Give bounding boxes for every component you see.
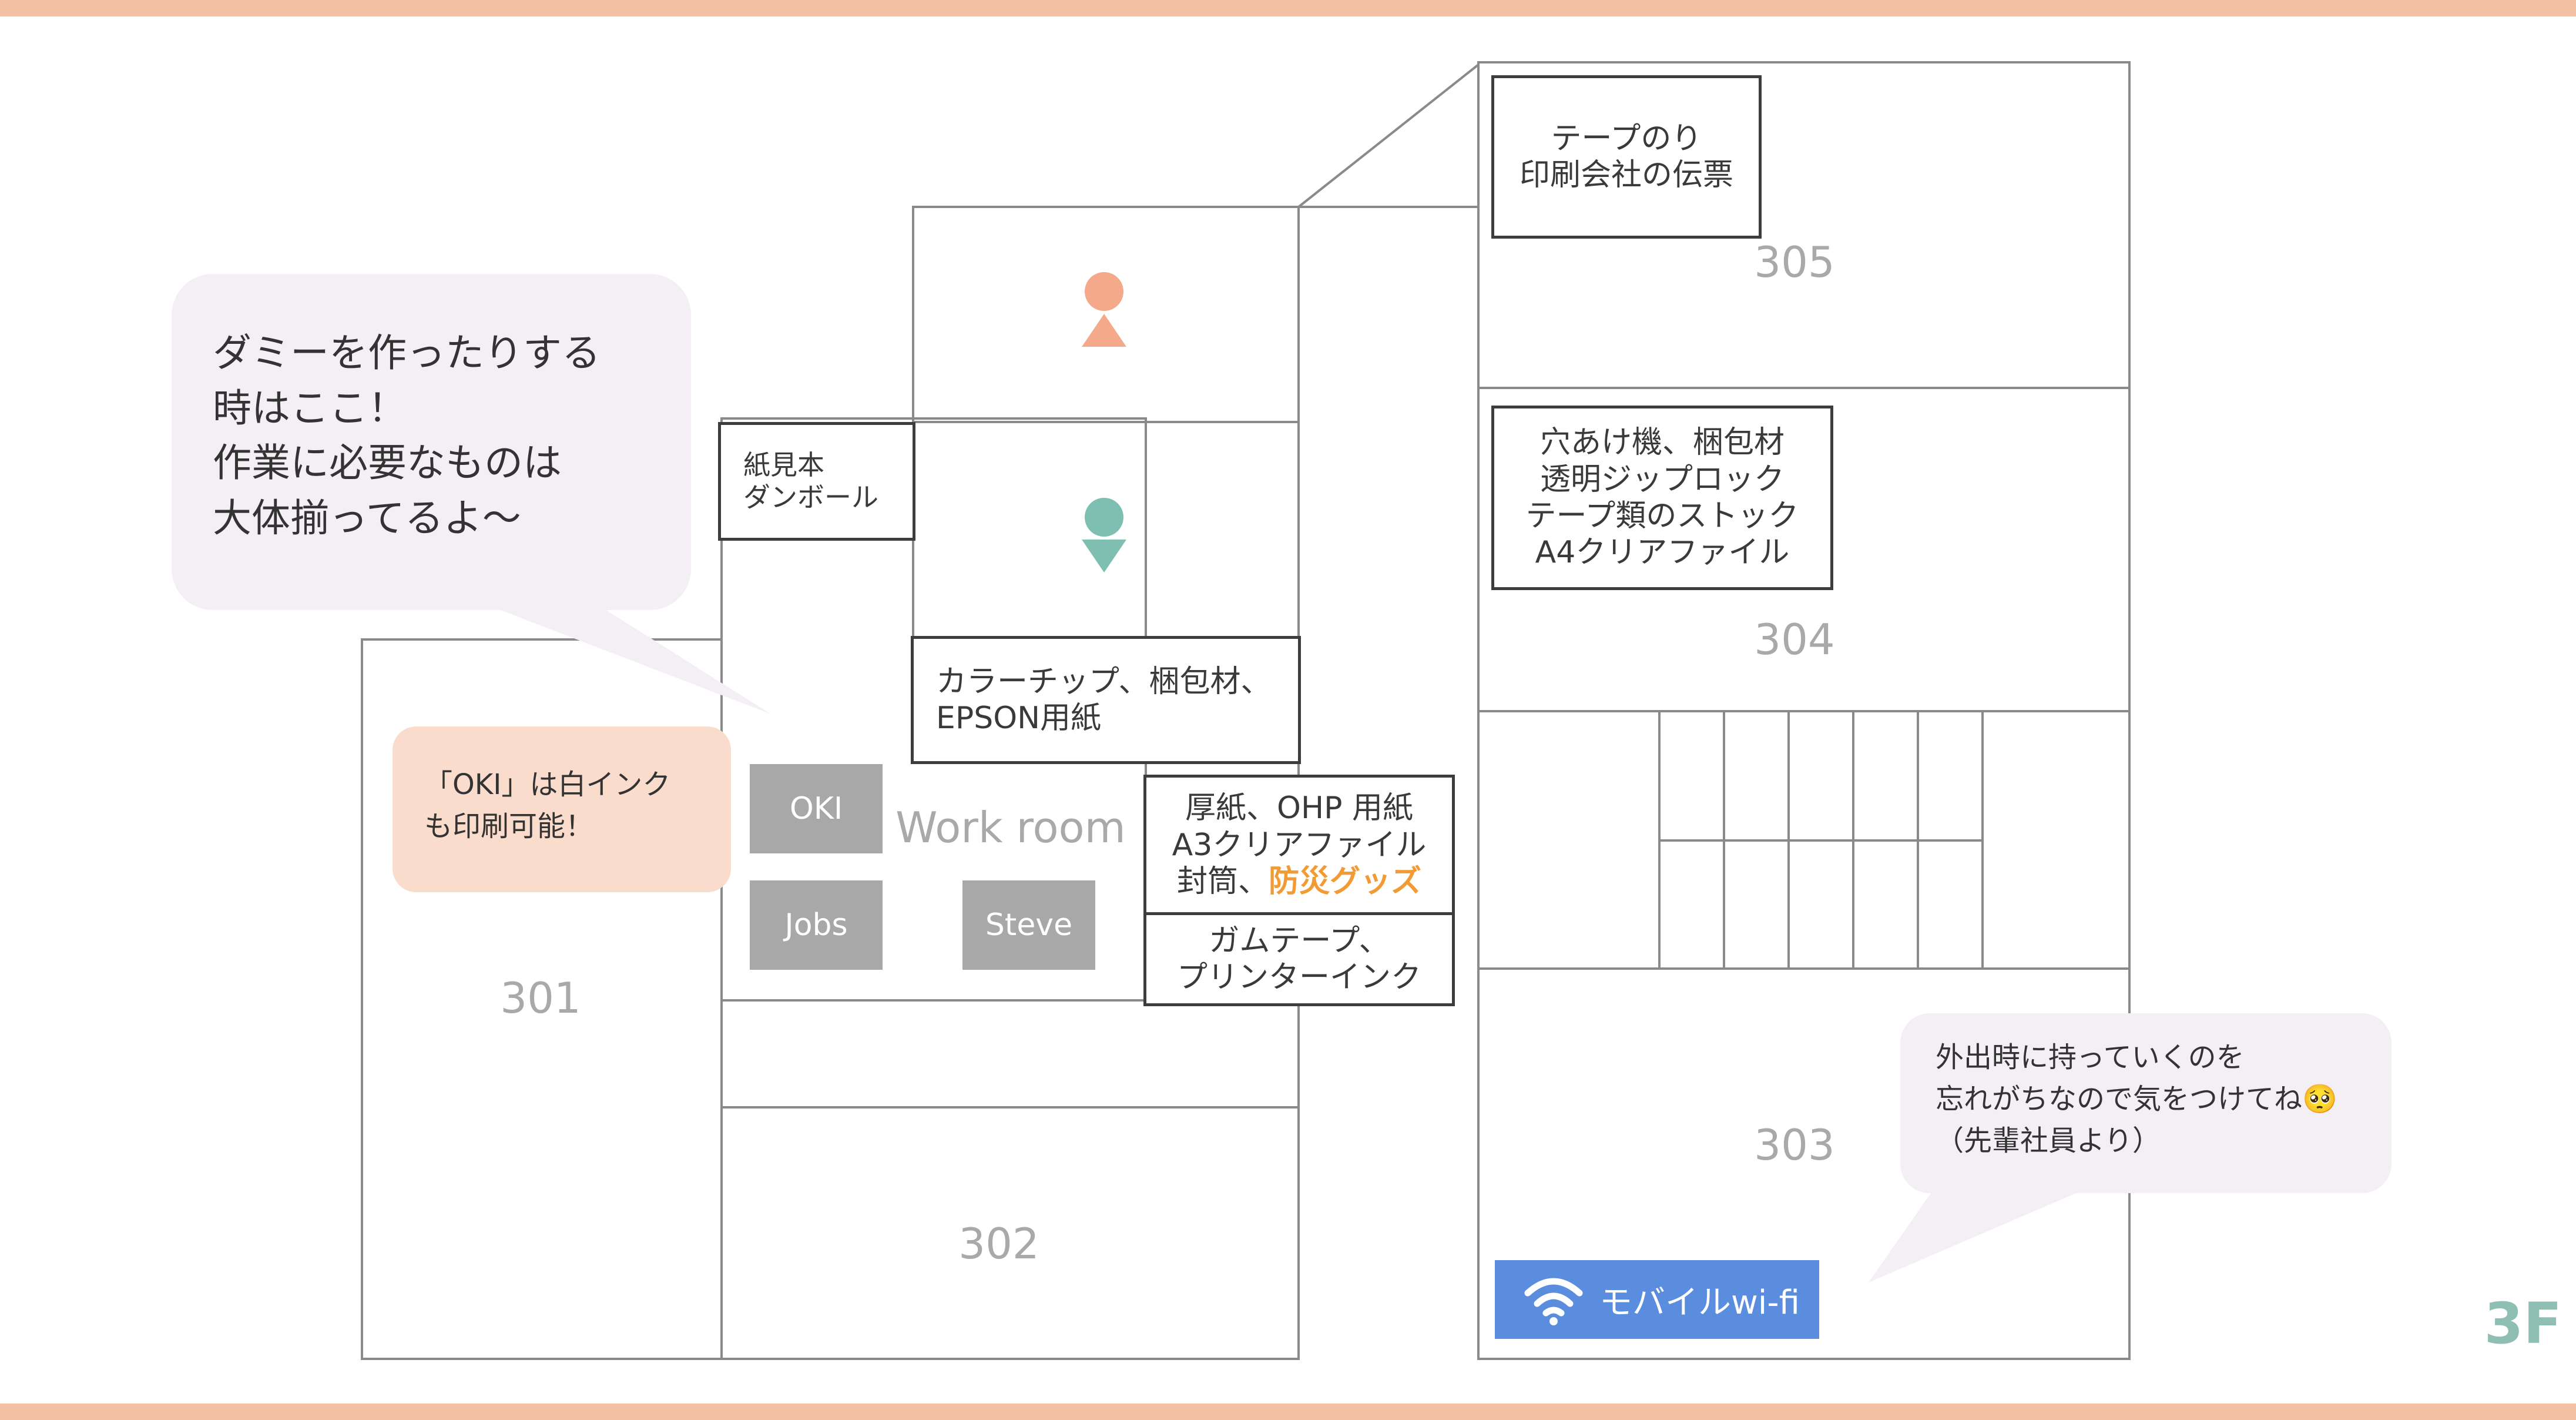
storage-punch-packing: 穴あけ機、梱包材 透明ジップロック テープ類のストック A4クリアファイル: [1491, 406, 1833, 590]
dummy-bubble-line4: 大体揃ってるよ〜: [213, 495, 521, 541]
oki-note-bubble: 「OKI」は白インク も印刷可能！: [393, 726, 731, 892]
storage-color-chips: カラーチップ、梱包材、 EPSON用紙: [911, 636, 1301, 764]
storage-punch-packing-line4: A4クリアファイル: [1535, 535, 1790, 571]
printer-steve[interactable]: Steve: [962, 880, 1095, 970]
floor-label: 3F: [2484, 1291, 2562, 1357]
oki-note-line1: 「OKI」は白インク: [424, 768, 671, 801]
room-302-label: 302: [958, 1219, 1039, 1268]
outing-bubble-line3: （先輩社員より）: [1936, 1124, 2161, 1158]
oki-note-line2: も印刷可能！: [424, 810, 594, 843]
dummy-speech-bubble: ダミーを作ったりする 時はここ！ 作業に必要なものは 大体揃ってるよ〜: [172, 274, 691, 610]
dummy-bubble-tail: [470, 598, 771, 714]
storage-color-chips-line1: カラーチップ、梱包材、: [936, 664, 1272, 699]
room-303-label: 303: [1754, 1120, 1835, 1170]
outing-bubble-line1: 外出時に持っていくのを: [1936, 1041, 2245, 1074]
outing-bubble-line2: 忘れがちなので気をつけてね🥺: [1936, 1083, 2337, 1116]
disaster-goods-highlight: 防災グッズ: [1268, 864, 1421, 900]
storage-thick-paper-line1: 厚紙、OHP 用紙: [1185, 791, 1413, 826]
storage-gum-tape-line1: ガムテープ、: [1209, 923, 1390, 959]
outing-bubble-tail: [1869, 1181, 2104, 1282]
storage-paper-samples-line2: ダンボール: [743, 481, 878, 513]
male-restroom-icon: [1078, 497, 1131, 580]
room-305-label: 305: [1754, 237, 1835, 287]
storage-thick-paper-line2: A3クリアファイル: [1172, 827, 1427, 863]
storage-punch-packing-line2: 透明ジップロック: [1539, 461, 1785, 497]
room-301-label: 301: [500, 973, 581, 1023]
storage-punch-packing-line1: 穴あけ機、梱包材: [1539, 425, 1785, 461]
storage-gum-tape: ガムテープ、 プリンターインク: [1143, 912, 1455, 1006]
storage-gum-tape-line2: プリンターインク: [1176, 960, 1421, 995]
work-room-label: Work room: [895, 803, 1126, 852]
mobile-wifi-label: モバイルwi-fi: [1599, 1283, 1800, 1322]
printer-jobs[interactable]: Jobs: [750, 880, 883, 970]
wifi-icon: [1524, 1273, 1583, 1326]
storage-tape-glue-line1: テープのり: [1551, 120, 1702, 156]
female-restroom-icon: [1078, 272, 1131, 354]
storage-paper-samples: 紙見本 ダンボール: [718, 422, 915, 541]
storage-tape-glue: テープのり 印刷会社の伝票: [1491, 75, 1762, 239]
storage-color-chips-line2: EPSON用紙: [936, 701, 1102, 736]
storage-thick-paper-line3: 封筒、防災グッズ: [1172, 863, 1427, 900]
dummy-bubble-line3: 作業に必要なものは: [213, 440, 562, 486]
storage-thick-paper-line3-prefix: 封筒、: [1176, 864, 1269, 900]
storage-thick-paper: 厚紙、OHP 用紙 A3クリアファイル 封筒、防災グッズ: [1143, 775, 1455, 916]
outing-speech-bubble: 外出時に持っていくのを 忘れがちなので気をつけてね🥺 （先輩社員より）: [1900, 1013, 2391, 1193]
dummy-bubble-line2: 時はここ！: [213, 385, 407, 431]
room-304-label: 304: [1754, 615, 1835, 664]
storage-punch-packing-line3: テープ類のストック: [1525, 498, 1799, 534]
dummy-bubble-line1: ダミーを作ったりする: [213, 330, 601, 376]
storage-tape-glue-line2: 印刷会社の伝票: [1519, 158, 1733, 193]
storage-paper-samples-line1: 紙見本: [743, 448, 824, 481]
mobile-wifi-spot[interactable]: モバイルwi-fi: [1495, 1260, 1819, 1339]
printer-oki[interactable]: OKI: [750, 764, 883, 853]
